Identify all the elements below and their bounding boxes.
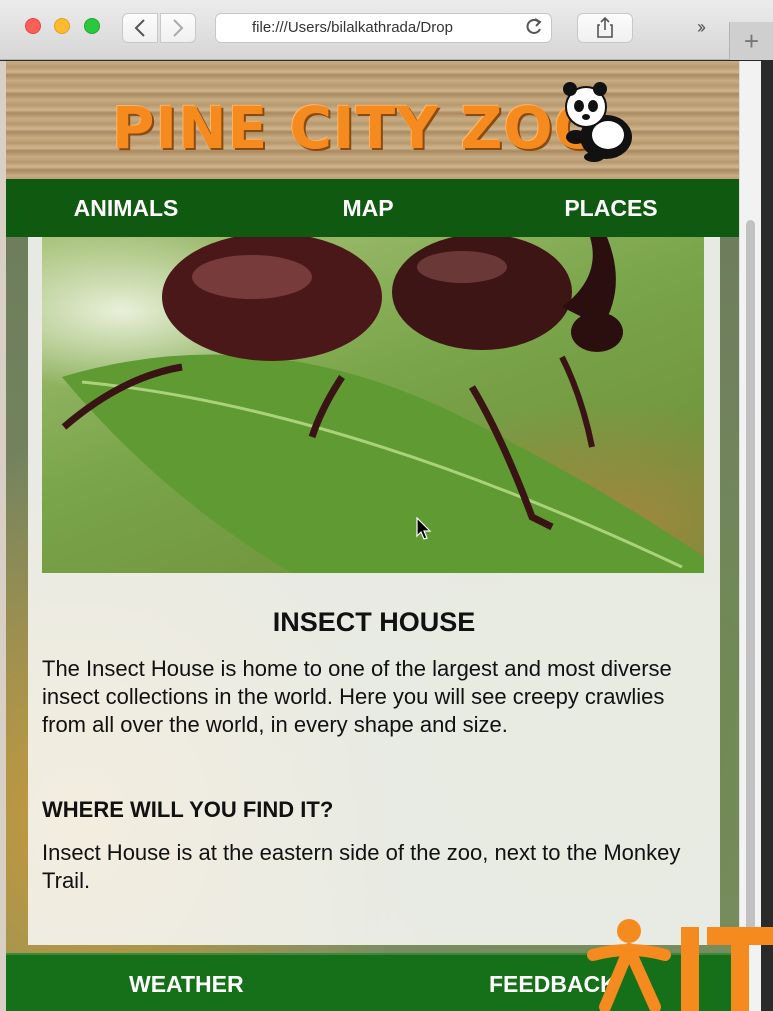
toolbar-overflow-button[interactable]: ››: [697, 17, 706, 38]
address-bar[interactable]: file:///Users/bilalkathrada/Drop: [215, 13, 552, 43]
watermark-logo: [587, 919, 773, 1011]
share-button[interactable]: [577, 13, 633, 43]
scrollbar-thumb[interactable]: [746, 220, 755, 940]
zoom-window-button[interactable]: [84, 18, 100, 34]
back-chevron-icon: [134, 19, 145, 37]
reload-icon[interactable]: [525, 17, 543, 42]
content-card: INSECT HOUSE The Insect House is home to…: [28, 237, 720, 945]
panda-logo-icon: [563, 82, 632, 162]
close-window-button[interactable]: [25, 18, 41, 34]
description-paragraph: The Insect House is home to one of the l…: [42, 656, 672, 737]
beetle-illustration: [61, 237, 704, 573]
page-title: INSECT HOUSE: [272, 607, 476, 637]
site-header: PINE CITY ZOO: [6, 61, 739, 179]
cursor-icon: [416, 517, 432, 540]
back-button[interactable]: [122, 13, 158, 43]
hero-beetle-image: [42, 237, 704, 573]
nav-map-link[interactable]: MAP: [308, 179, 428, 237]
minimize-window-button[interactable]: [54, 18, 70, 34]
browser-toolbar: file:///Users/bilalkathrada/Drop ›› +: [0, 0, 773, 60]
nav-places-link[interactable]: PLACES: [536, 179, 686, 237]
page-viewport: PINE CITY ZOO ANIMALS MAP PLACES INSECT …: [6, 61, 739, 1011]
new-tab-button[interactable]: +: [729, 22, 773, 60]
main-nav: ANIMALS MAP PLACES: [6, 179, 739, 237]
nav-animals-link[interactable]: ANIMALS: [46, 179, 206, 237]
location-heading: WHERE WILL YOU FIND IT?: [42, 797, 334, 822]
footer-weather-link[interactable]: WEATHER: [129, 955, 244, 1011]
address-text: file:///Users/bilalkathrada/Drop: [252, 19, 453, 36]
forward-button[interactable]: [160, 13, 196, 43]
site-logo-text[interactable]: PINE CITY ZOO: [112, 97, 603, 159]
forward-chevron-icon: [173, 19, 184, 37]
location-paragraph: Insect House is at the eastern side of t…: [42, 840, 681, 893]
share-icon: [597, 17, 613, 38]
